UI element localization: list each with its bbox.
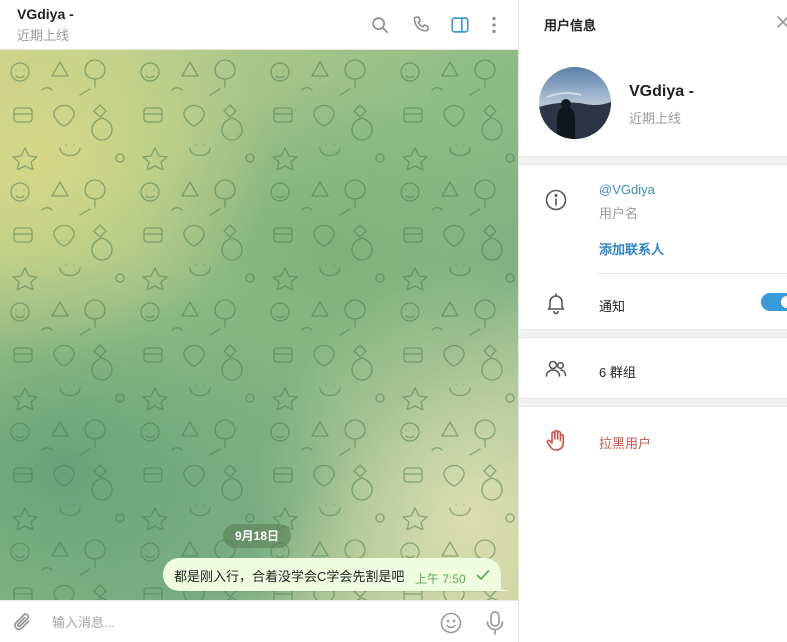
profile-name: VGdiya - [629, 83, 694, 100]
section-separator [519, 398, 787, 407]
toggle-knob [779, 294, 787, 310]
message-time: 上午 7:50 [415, 572, 466, 586]
date-separator: 9月18日 [223, 524, 292, 548]
groups-row[interactable]: 6 群组 [519, 340, 787, 396]
bubble-tail [496, 580, 510, 591]
search-icon[interactable] [366, 11, 394, 39]
chat-background: 9月18日 都是刚入行，合着没学会C学会先割是吧 上午 7:50 [0, 50, 518, 600]
chat-area: VGdiya - 近期上线 9月18日 都是刚入行，合着没学会C学会先割是吧 上… [0, 0, 518, 642]
notifications-row[interactable]: 通知 [519, 280, 787, 325]
microphone-icon[interactable] [483, 610, 507, 636]
profile-status: 近期上线 [629, 111, 682, 126]
peer-status: 近期上线 [17, 28, 70, 43]
more-vertical-icon[interactable] [480, 11, 508, 39]
peer-name[interactable]: VGdiya - [17, 6, 74, 22]
block-user-row[interactable]: 拉黑用户 [519, 411, 787, 467]
info-icon [545, 189, 567, 211]
phone-icon[interactable] [407, 11, 435, 39]
users-icon [545, 360, 567, 377]
sidebar-toggle-icon[interactable] [446, 11, 474, 39]
doodle-pattern [0, 50, 518, 600]
check-icon [476, 570, 490, 580]
add-contact-button[interactable]: 添加联系人 [599, 239, 664, 258]
user-info-panel: 用户信息 VGdiya - 近期上线 @VGdiya 用户名 添加联系人 通知 … [518, 0, 787, 642]
username-link[interactable]: @VGdiya [599, 182, 655, 197]
hand-stop-icon [546, 429, 564, 451]
chat-header: VGdiya - 近期上线 [0, 0, 518, 50]
bell-icon [547, 293, 565, 315]
divider [597, 273, 787, 274]
groups-label: 6 群组 [599, 365, 636, 380]
block-user-label: 拉黑用户 [599, 436, 652, 451]
notifications-toggle[interactable] [761, 293, 787, 311]
message-composer [0, 600, 518, 642]
emoji-icon[interactable] [439, 611, 463, 635]
message-text: 都是刚入行，合着没学会C学会先割是吧 [174, 569, 405, 584]
avatar[interactable] [539, 67, 611, 139]
panel-title: 用户信息 [544, 18, 597, 33]
username-caption: 用户名 [599, 206, 639, 221]
section-separator [519, 329, 787, 338]
notifications-label: 通知 [599, 299, 626, 314]
message-input[interactable] [52, 608, 422, 636]
message-bubble[interactable]: 都是刚入行，合着没学会C学会先割是吧 上午 7:50 [163, 558, 501, 591]
attach-icon[interactable] [10, 610, 36, 636]
section-separator [519, 156, 787, 165]
close-icon[interactable] [775, 14, 787, 30]
